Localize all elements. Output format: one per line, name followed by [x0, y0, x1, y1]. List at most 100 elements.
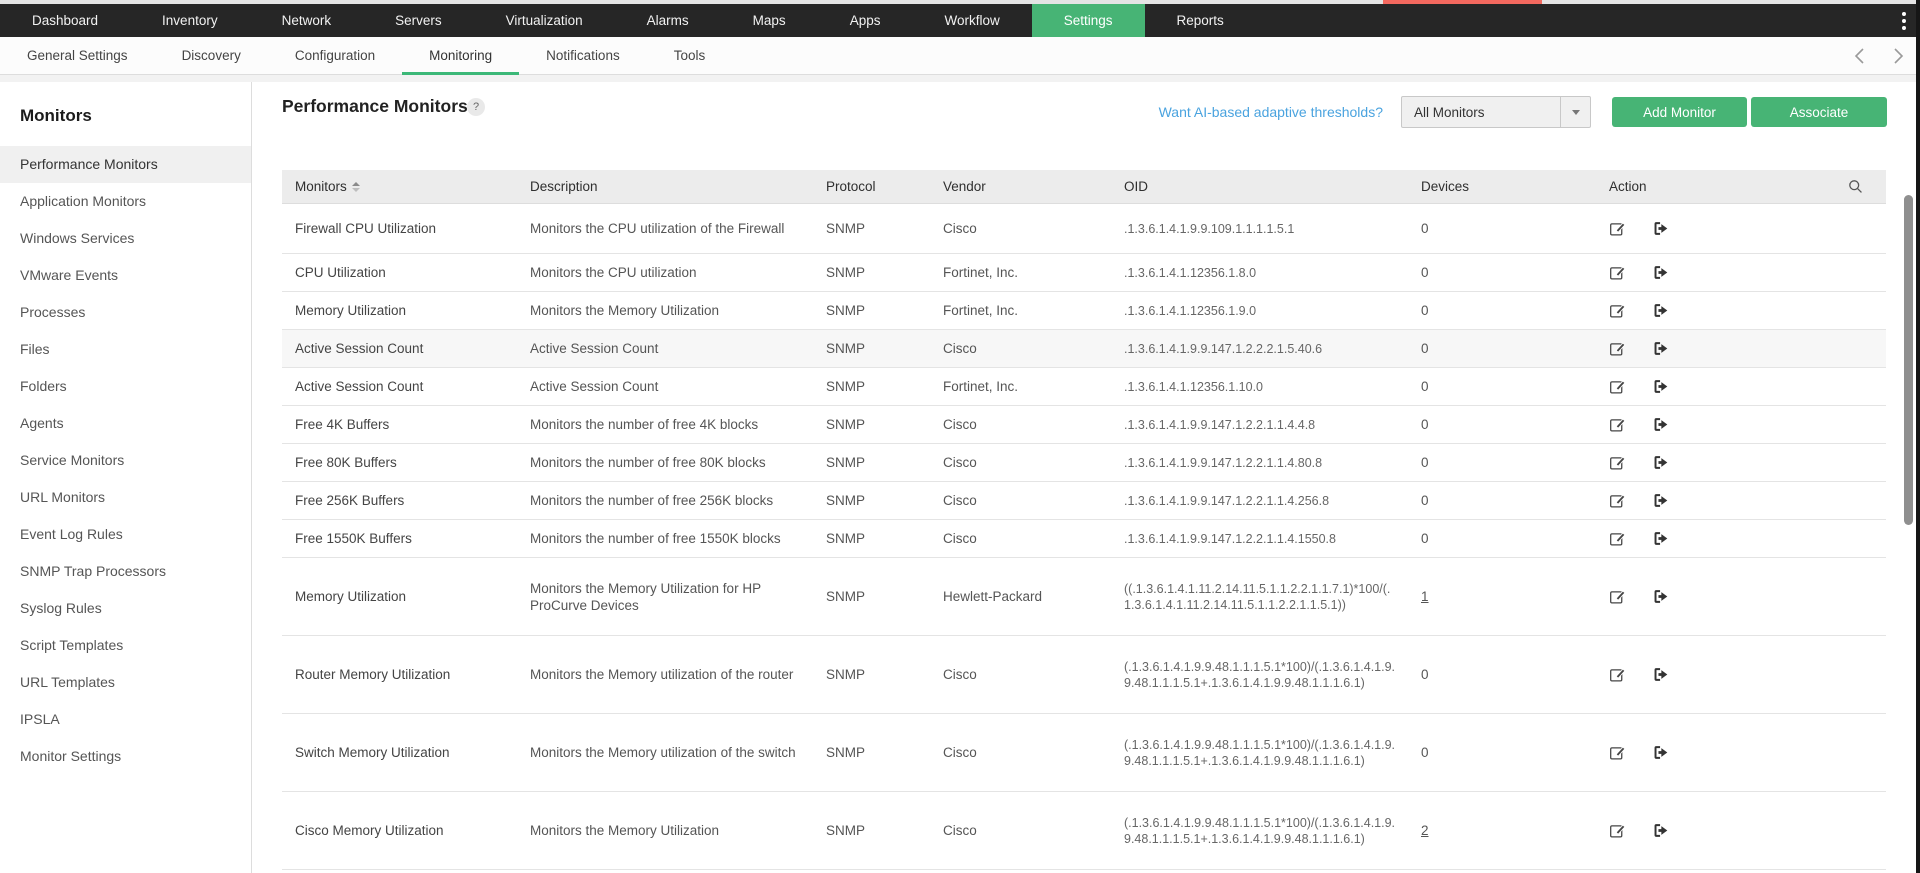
- table-row[interactable]: Switch Memory Utilization Monitors the M…: [282, 714, 1886, 792]
- nav-tab-reports[interactable]: Reports: [1145, 4, 1256, 37]
- associate-device-icon[interactable]: [1652, 220, 1669, 237]
- edit-icon[interactable]: [1609, 666, 1626, 683]
- subnav-tab-monitoring[interactable]: Monitoring: [402, 37, 519, 74]
- table-row[interactable]: CPU Utilization Monitors the CPU utiliza…: [282, 254, 1886, 292]
- table-row[interactable]: Cisco Memory Utilization Monitors the Me…: [282, 792, 1886, 870]
- device-count-link[interactable]: 2: [1421, 823, 1429, 838]
- sidebar-item-event-log-rules[interactable]: Event Log Rules: [0, 516, 251, 553]
- monitor-protocol: SNMP: [813, 334, 930, 363]
- sidebar-item-snmp-trap-processors[interactable]: SNMP Trap Processors: [0, 553, 251, 590]
- monitor-protocol: SNMP: [813, 410, 930, 439]
- sidebar-item-monitor-settings[interactable]: Monitor Settings: [0, 738, 251, 775]
- subnav-tab-discovery[interactable]: Discovery: [155, 37, 268, 74]
- monitor-filter-dropdown[interactable]: All Monitors: [1401, 96, 1591, 128]
- nav-tab-apps[interactable]: Apps: [818, 4, 913, 37]
- associate-device-icon[interactable]: [1652, 588, 1669, 605]
- sidebar-item-windows-services[interactable]: Windows Services: [0, 220, 251, 257]
- nav-tab-maps[interactable]: Maps: [721, 4, 818, 37]
- associate-device-icon[interactable]: [1652, 454, 1669, 471]
- nav-forward-icon[interactable]: [1893, 47, 1904, 65]
- table-row[interactable]: Free 80K Buffers Monitors the number of …: [282, 444, 1886, 482]
- vertical-scrollbar[interactable]: [1904, 195, 1913, 525]
- subnav-tab-general-settings[interactable]: General Settings: [0, 37, 155, 74]
- settings-subnav: General Settings Discovery Configuration…: [0, 37, 1920, 75]
- primary-nav: Dashboard Inventory Network Servers Virt…: [0, 4, 1920, 37]
- edit-icon[interactable]: [1609, 454, 1626, 471]
- associate-device-icon[interactable]: [1652, 264, 1669, 281]
- nav-tab-settings[interactable]: Settings: [1032, 4, 1145, 37]
- monitor-vendor: Cisco: [930, 816, 1111, 845]
- nav-tab-servers[interactable]: Servers: [363, 4, 474, 37]
- sidebar-item-vmware-events[interactable]: VMware Events: [0, 257, 251, 294]
- associate-button[interactable]: Associate: [1751, 97, 1887, 127]
- edit-icon[interactable]: [1609, 220, 1626, 237]
- table-row[interactable]: Active Session Count Active Session Coun…: [282, 368, 1886, 406]
- help-icon[interactable]: ?: [467, 98, 485, 116]
- edit-icon[interactable]: [1609, 378, 1626, 395]
- associate-device-icon[interactable]: [1652, 378, 1669, 395]
- device-count: 0: [1408, 334, 1596, 363]
- edit-icon[interactable]: [1609, 530, 1626, 547]
- associate-device-icon[interactable]: [1652, 340, 1669, 357]
- sidebar-item-ipsla[interactable]: IPSLA: [0, 701, 251, 738]
- edit-icon[interactable]: [1609, 302, 1626, 319]
- associate-device-icon[interactable]: [1652, 302, 1669, 319]
- edit-icon[interactable]: [1609, 416, 1626, 433]
- edit-icon[interactable]: [1609, 340, 1626, 357]
- nav-tab-workflow[interactable]: Workflow: [912, 4, 1031, 37]
- edit-icon[interactable]: [1609, 492, 1626, 509]
- subnav-tab-notifications[interactable]: Notifications: [519, 37, 647, 74]
- table-row[interactable]: Free 1550K Buffers Monitors the number o…: [282, 520, 1886, 558]
- sort-icon[interactable]: [352, 182, 360, 192]
- associate-device-icon[interactable]: [1652, 416, 1669, 433]
- sidebar-item-application-monitors[interactable]: Application Monitors: [0, 183, 251, 220]
- nav-tab-dashboard[interactable]: Dashboard: [0, 4, 130, 37]
- column-header-monitors[interactable]: Monitors: [282, 179, 517, 194]
- sidebar-item-service-monitors[interactable]: Service Monitors: [0, 442, 251, 479]
- table-row[interactable]: Router Memory Utilization Monitors the M…: [282, 636, 1886, 714]
- monitor-name: Free 256K Buffers: [282, 486, 517, 515]
- sidebar-item-folders[interactable]: Folders: [0, 368, 251, 405]
- edit-icon[interactable]: [1609, 744, 1626, 761]
- ai-thresholds-link[interactable]: Want AI-based adaptive thresholds?: [1159, 104, 1383, 120]
- nav-tab-virtualization[interactable]: Virtualization: [474, 4, 615, 37]
- monitor-vendor: Cisco: [930, 448, 1111, 477]
- edit-icon[interactable]: [1609, 822, 1626, 839]
- associate-device-icon[interactable]: [1652, 666, 1669, 683]
- sidebar-item-performance-monitors[interactable]: Performance Monitors: [0, 146, 251, 183]
- nav-back-icon[interactable]: [1854, 47, 1865, 65]
- monitor-protocol: SNMP: [813, 582, 930, 611]
- associate-device-icon[interactable]: [1652, 492, 1669, 509]
- sidebar-item-url-templates[interactable]: URL Templates: [0, 664, 251, 701]
- overflow-menu-icon[interactable]: [1902, 4, 1906, 37]
- table-row[interactable]: Memory Utilization Monitors the Memory U…: [282, 558, 1886, 636]
- table-row[interactable]: Free 4K Buffers Monitors the number of f…: [282, 406, 1886, 444]
- device-count-link[interactable]: 1: [1421, 589, 1429, 604]
- edit-icon[interactable]: [1609, 588, 1626, 605]
- sidebar-item-script-templates[interactable]: Script Templates: [0, 627, 251, 664]
- sidebar-item-agents[interactable]: Agents: [0, 405, 251, 442]
- sidebar-item-url-monitors[interactable]: URL Monitors: [0, 479, 251, 516]
- monitor-vendor: Fortinet, Inc.: [930, 296, 1111, 325]
- sidebar-item-processes[interactable]: Processes: [0, 294, 251, 331]
- column-header-vendor: Vendor: [930, 179, 1111, 194]
- associate-device-icon[interactable]: [1652, 530, 1669, 547]
- associate-device-icon[interactable]: [1652, 822, 1669, 839]
- table-row[interactable]: Active Session Count Active Session Coun…: [282, 330, 1886, 368]
- monitor-name: Cisco Memory Utilization: [282, 816, 517, 845]
- subnav-tab-tools[interactable]: Tools: [647, 37, 733, 74]
- table-row[interactable]: Firewall CPU Utilization Monitors the CP…: [282, 204, 1886, 254]
- table-row[interactable]: Memory Utilization Monitors the Memory U…: [282, 292, 1886, 330]
- edit-icon[interactable]: [1609, 264, 1626, 281]
- associate-device-icon[interactable]: [1652, 744, 1669, 761]
- add-monitor-button[interactable]: Add Monitor: [1612, 97, 1747, 127]
- subnav-tab-configuration[interactable]: Configuration: [268, 37, 402, 74]
- sidebar-item-files[interactable]: Files: [0, 331, 251, 368]
- nav-tab-inventory[interactable]: Inventory: [130, 4, 250, 37]
- search-icon[interactable]: [1847, 178, 1864, 195]
- nav-tab-network[interactable]: Network: [250, 4, 364, 37]
- chevron-down-icon[interactable]: [1560, 97, 1590, 127]
- nav-tab-alarms[interactable]: Alarms: [615, 4, 721, 37]
- sidebar-item-syslog-rules[interactable]: Syslog Rules: [0, 590, 251, 627]
- table-row[interactable]: Free 256K Buffers Monitors the number of…: [282, 482, 1886, 520]
